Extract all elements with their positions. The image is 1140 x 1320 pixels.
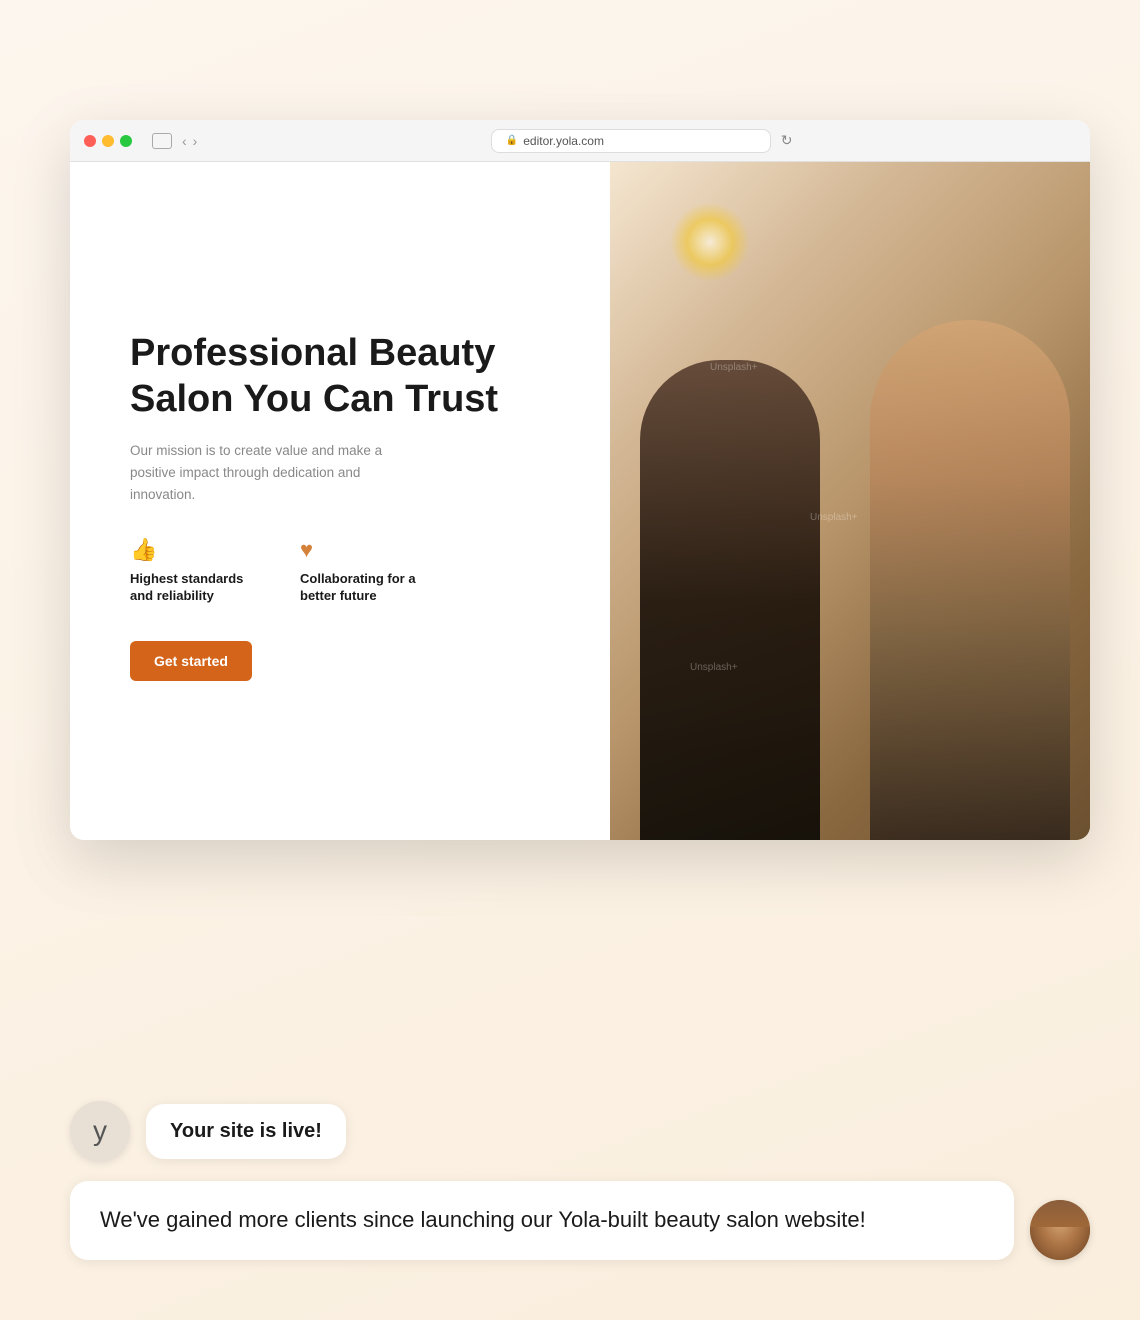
back-button[interactable]: ‹ bbox=[182, 133, 187, 149]
chat-bubble-2-text: We've gained more clients since launchin… bbox=[100, 1207, 866, 1232]
watermark-3: Unsplash+ bbox=[690, 662, 738, 673]
address-bar[interactable]: 🔒 editor.yola.com bbox=[491, 129, 771, 153]
address-bar-wrapper: 🔒 editor.yola.com ↻ bbox=[207, 129, 1076, 153]
maximize-button[interactable] bbox=[120, 135, 132, 147]
nav-buttons: ‹ › bbox=[182, 133, 197, 149]
user-avatar-hair bbox=[1030, 1200, 1090, 1227]
chat-row-2: We've gained more clients since launchin… bbox=[70, 1181, 1090, 1260]
user-avatar-inner bbox=[1030, 1200, 1090, 1260]
chat-row-1: y Your site is live! bbox=[70, 1101, 1090, 1161]
minimize-button[interactable] bbox=[102, 135, 114, 147]
website-content: Professional Beauty Salon You Can Trust … bbox=[70, 162, 1090, 840]
lock-icon: 🔒 bbox=[506, 135, 518, 146]
feature-item-1: 👍 Highest standards and reliability bbox=[130, 537, 250, 605]
feature-icons: 👍 Highest standards and reliability ♥ Co… bbox=[130, 537, 560, 605]
photo-person-standing bbox=[870, 320, 1070, 840]
yola-avatar: y bbox=[70, 1101, 130, 1161]
traffic-lights bbox=[84, 135, 132, 147]
browser-titlebar: ‹ › 🔒 editor.yola.com ↻ bbox=[70, 120, 1090, 162]
reload-button[interactable]: ↻ bbox=[781, 132, 793, 149]
website-right-panel: Unsplash+ Unsplash+ Unsplash+ bbox=[610, 162, 1090, 840]
yola-logo-text: y bbox=[93, 1115, 107, 1147]
heart-icon: ♥ bbox=[300, 537, 420, 563]
feature-label-2: Collaborating for a better future bbox=[300, 571, 420, 605]
feature-label-1: Highest standards and reliability bbox=[130, 571, 250, 605]
thumbs-up-icon: 👍 bbox=[130, 537, 250, 563]
feature-item-2: ♥ Collaborating for a better future bbox=[300, 537, 420, 605]
photo-person-seated bbox=[640, 360, 820, 840]
url-text: editor.yola.com bbox=[523, 134, 604, 148]
photo-light bbox=[670, 202, 750, 282]
chat-section: y Your site is live! We've gained more c… bbox=[70, 1101, 1090, 1260]
watermark-1: Unsplash+ bbox=[710, 362, 758, 373]
hero-title: Professional Beauty Salon You Can Trust bbox=[130, 331, 560, 422]
chat-bubble-2: We've gained more clients since launchin… bbox=[70, 1181, 1014, 1260]
sidebar-toggle-button[interactable] bbox=[152, 133, 172, 149]
chat-bubble-1-text: Your site is live! bbox=[170, 1120, 322, 1142]
user-avatar bbox=[1030, 1200, 1090, 1260]
chat-bubble-1: Your site is live! bbox=[146, 1104, 346, 1159]
browser-window: ‹ › 🔒 editor.yola.com ↻ Professional Bea… bbox=[70, 120, 1090, 840]
hero-subtitle: Our mission is to create value and make … bbox=[130, 440, 410, 505]
close-button[interactable] bbox=[84, 135, 96, 147]
forward-button[interactable]: › bbox=[193, 133, 198, 149]
salon-photo: Unsplash+ Unsplash+ Unsplash+ bbox=[610, 162, 1090, 840]
get-started-button[interactable]: Get started bbox=[130, 641, 252, 681]
watermark-2: Unsplash+ bbox=[810, 512, 858, 523]
website-left-panel: Professional Beauty Salon You Can Trust … bbox=[70, 162, 610, 840]
